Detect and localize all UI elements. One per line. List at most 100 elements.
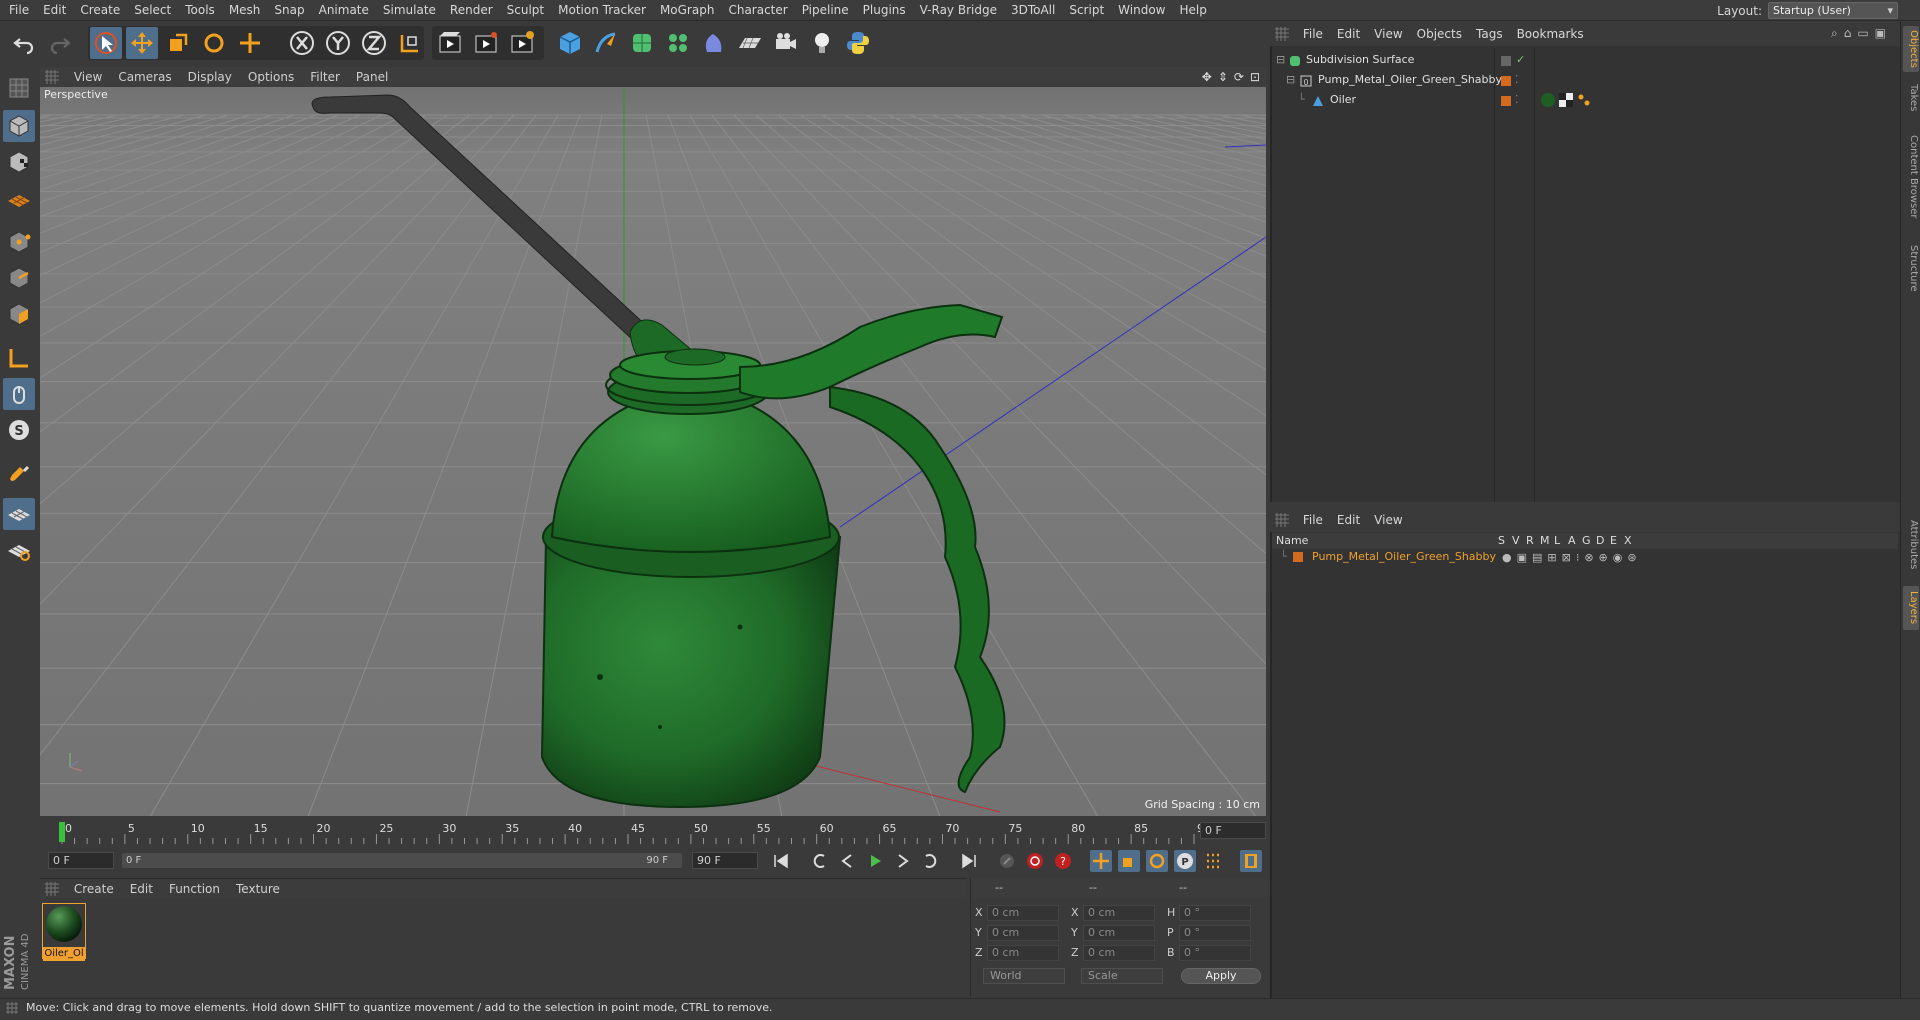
menu-item-render[interactable]: Render xyxy=(443,0,500,21)
viewport-menu-cameras[interactable]: Cameras xyxy=(110,67,179,87)
enabled-check-icon[interactable]: ✓ xyxy=(1516,50,1525,70)
coord-field[interactable]: 0 cm xyxy=(987,945,1059,961)
object-menu-objects[interactable]: Objects xyxy=(1410,22,1469,46)
layer-menu-view[interactable]: View xyxy=(1367,508,1409,532)
tree-collapse-icon[interactable]: ⊟ xyxy=(1286,70,1295,90)
coord-mode-dropdown[interactable]: Scale xyxy=(1081,968,1163,984)
current-frame-field[interactable]: 0 F xyxy=(1200,822,1266,839)
coord-field[interactable]: 0 cm xyxy=(987,925,1059,941)
object-menu-bookmarks[interactable]: Bookmarks xyxy=(1510,22,1591,46)
layer-color-icon[interactable] xyxy=(1500,94,1512,114)
menu-item-help[interactable]: Help xyxy=(1172,0,1213,21)
layout-dropdown[interactable]: Startup (User) xyxy=(1768,2,1898,19)
material-menu-create[interactable]: Create xyxy=(66,879,122,899)
pen-spline-icon[interactable] xyxy=(590,27,622,59)
viewport-menu-display[interactable]: Display xyxy=(180,67,240,87)
cloner-icon[interactable] xyxy=(662,27,694,59)
uvw-tag-icon[interactable] xyxy=(1558,92,1574,115)
menu-item-character[interactable]: Character xyxy=(721,0,794,21)
pan-view-icon[interactable]: ✥ xyxy=(1202,70,1212,84)
menu-item-mesh[interactable]: Mesh xyxy=(222,0,268,21)
perspective-viewport[interactable] xyxy=(40,67,1266,816)
layer-col-l[interactable]: L xyxy=(1554,533,1560,549)
menu-item-3dtoall[interactable]: 3DToAll xyxy=(1004,0,1062,21)
side-tab-structure[interactable]: Structure xyxy=(1903,238,1919,298)
render-view-icon[interactable] xyxy=(434,27,466,59)
layer-col-m[interactable]: M xyxy=(1540,533,1550,549)
timeline-ruler[interactable]: 051015202530354045505560657075808590 xyxy=(40,820,1266,846)
key-rotation-icon[interactable] xyxy=(1146,850,1168,872)
previous-frame-icon[interactable] xyxy=(836,850,858,872)
menu-item-edit[interactable]: Edit xyxy=(36,0,73,21)
coord-field[interactable]: 0 cm xyxy=(1083,945,1155,961)
object-menu-edit[interactable]: Edit xyxy=(1330,22,1367,46)
go-to-end-icon[interactable] xyxy=(958,850,980,872)
layer-col-v[interactable]: V xyxy=(1512,533,1520,549)
model-mode-icon[interactable] xyxy=(3,110,35,142)
polygons-mode-icon[interactable] xyxy=(3,298,35,330)
frame-range-slider[interactable]: 0 F 90 F xyxy=(122,853,682,868)
layer-row[interactable]: └ Pump_Metal_Oiler_Green_Shabby ●▣▤⊞⊠⁝⊗⊕… xyxy=(1272,548,1898,566)
planar-workplane-icon[interactable] xyxy=(3,534,35,566)
x-axis-lock-icon[interactable] xyxy=(286,27,318,59)
menu-item-file[interactable]: File xyxy=(2,0,36,21)
floor-icon[interactable] xyxy=(734,27,766,59)
key-pla-icon[interactable] xyxy=(1202,850,1224,872)
autokey-icon[interactable]: ? xyxy=(1052,850,1074,872)
points-mode-icon[interactable] xyxy=(3,226,35,258)
menu-item-script[interactable]: Script xyxy=(1062,0,1111,21)
move-tool-icon[interactable] xyxy=(126,27,158,59)
key-scale-icon[interactable] xyxy=(1118,850,1140,872)
go-to-start-icon[interactable] xyxy=(770,850,792,872)
side-tab-layers[interactable]: Layers xyxy=(1903,586,1919,630)
layer-menu-edit[interactable]: Edit xyxy=(1330,508,1367,532)
layer-col-e[interactable]: E xyxy=(1610,533,1617,549)
rotate-view-icon[interactable]: ⟳ xyxy=(1234,70,1244,84)
menu-item-plugins[interactable]: Plugins xyxy=(856,0,913,21)
layer-col-name[interactable]: Name xyxy=(1276,533,1308,549)
layer-color-icon[interactable] xyxy=(1292,551,1304,569)
object-name[interactable]: Subdivision Surface xyxy=(1306,50,1414,70)
menu-item-animate[interactable]: Animate xyxy=(312,0,376,21)
coord-field[interactable]: 0 ° xyxy=(1179,945,1251,961)
menu-item-mograph[interactable]: MoGraph xyxy=(653,0,722,21)
material-swatch[interactable]: Oiler_Ol xyxy=(42,903,86,961)
camera-icon[interactable] xyxy=(770,27,802,59)
viewport-menu-options[interactable]: Options xyxy=(240,67,302,87)
tweak-mode-icon[interactable] xyxy=(3,378,35,410)
menu-item-tools[interactable]: Tools xyxy=(178,0,222,21)
transform-tool-icon[interactable] xyxy=(234,27,266,59)
python-icon[interactable] xyxy=(842,27,874,59)
key-parameter-icon[interactable]: P xyxy=(1174,850,1196,872)
material-menu-edit[interactable]: Edit xyxy=(122,879,161,899)
coord-field[interactable]: 0 cm xyxy=(1083,905,1155,921)
subdivision-surface-icon[interactable] xyxy=(626,27,658,59)
previous-key-icon[interactable] xyxy=(808,850,830,872)
layer-col-x[interactable]: X xyxy=(1624,533,1632,549)
object-menu-view[interactable]: View xyxy=(1367,22,1409,46)
menu-item-create[interactable]: Create xyxy=(73,0,127,21)
axis-mode-icon[interactable] xyxy=(3,342,35,374)
coord-field[interactable]: 0 ° xyxy=(1179,925,1251,941)
object-row-subdivision[interactable]: ⊟ Subdivision Surface ✓ xyxy=(1272,50,1898,70)
side-tab-takes[interactable]: Takes xyxy=(1903,78,1919,118)
workplane-icon[interactable] xyxy=(3,182,35,214)
light-icon[interactable] xyxy=(806,27,838,59)
maximize-view-icon[interactable]: ⊡ xyxy=(1250,70,1260,84)
menu-item-sculpt[interactable]: Sculpt xyxy=(500,0,551,21)
material-menu-texture[interactable]: Texture xyxy=(228,879,288,899)
selection-tag-icon[interactable] xyxy=(1576,92,1592,115)
record-keys-icon[interactable] xyxy=(1024,850,1046,872)
start-frame-field[interactable]: 0 F xyxy=(48,852,114,869)
menu-item-simulate[interactable]: Simulate xyxy=(376,0,443,21)
layer-col-a[interactable]: A xyxy=(1568,533,1576,549)
solo-mode-icon[interactable]: S xyxy=(3,414,35,446)
menu-item-window[interactable]: Window xyxy=(1111,0,1172,21)
material-menu-function[interactable]: Function xyxy=(161,879,228,899)
key-position-icon[interactable] xyxy=(1090,850,1112,872)
layer-col-g[interactable]: G xyxy=(1582,533,1591,549)
object-search-icon[interactable]: ⌕⌂▭▣ xyxy=(1831,26,1892,41)
menu-item-pipeline[interactable]: Pipeline xyxy=(795,0,856,21)
object-name[interactable]: Oiler xyxy=(1330,90,1356,110)
layer-col-r[interactable]: R xyxy=(1526,533,1534,549)
